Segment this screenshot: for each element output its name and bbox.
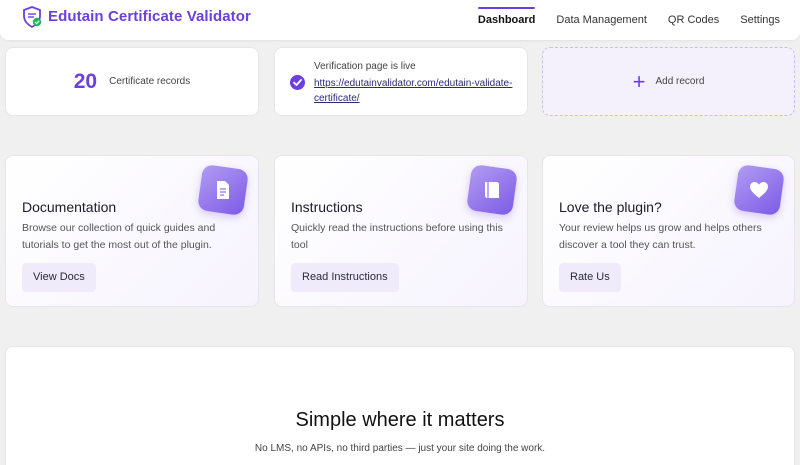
instructions-title: Instructions — [291, 199, 363, 215]
book-icon — [466, 164, 518, 216]
shield-check-icon — [23, 6, 42, 28]
records-card: 20 Certificate records — [5, 47, 259, 116]
instructions-card: Instructions Quickly read the instructio… — [274, 155, 528, 307]
main-nav: Dashboard Data Management QR Codes Setti… — [457, 0, 780, 40]
app-title: Edutain Certificate Validator — [48, 8, 251, 25]
verification-status: Verification page is live — [314, 61, 416, 72]
nav-settings[interactable]: Settings — [740, 0, 780, 40]
plus-icon: + — [632, 68, 646, 94]
rate-us-button[interactable]: Rate Us — [559, 263, 621, 292]
add-record-label: Add record — [655, 76, 705, 87]
add-record-button[interactable]: + Add record — [542, 47, 795, 116]
documentation-card: Documentation Browse our collection of q… — [5, 155, 259, 307]
nav-dashboard[interactable]: Dashboard — [477, 0, 536, 40]
rate-description: Your review helps us grow and helps othe… — [559, 222, 762, 251]
rate-title: Love the plugin? — [559, 199, 662, 215]
promo-subtitle: No LMS, no APIs, no third parties — just… — [254, 443, 546, 454]
records-label: Certificate records — [109, 76, 191, 87]
check-circle-icon — [290, 75, 305, 90]
heart-icon — [733, 164, 785, 216]
rate-card: Love the plugin? Your review helps us gr… — [542, 155, 795, 307]
top-header: Edutain Certificate Validator Dashboard … — [0, 0, 800, 40]
verification-link[interactable]: https://edutainvalidator.com/edutain-val… — [314, 76, 514, 106]
verification-card: Verification page is live https://edutai… — [274, 47, 528, 116]
brand[interactable]: Edutain Certificate Validator — [22, 6, 251, 28]
documentation-description: Browse our collection of quick guides an… — [22, 222, 216, 251]
document-icon — [197, 164, 249, 216]
promo-title: Simple where it matters — [295, 409, 505, 431]
documentation-title: Documentation — [22, 199, 117, 215]
nav-qr-codes[interactable]: QR Codes — [668, 0, 719, 40]
read-instructions-button[interactable]: Read Instructions — [291, 263, 399, 292]
nav-data-management[interactable]: Data Management — [556, 0, 647, 40]
view-docs-button[interactable]: View Docs — [22, 263, 96, 292]
promo-section: Simple where it matters No LMS, no APIs,… — [5, 346, 795, 465]
instructions-description: Quickly read the instructions before usi… — [291, 222, 503, 251]
records-count: 20 — [73, 69, 98, 93]
